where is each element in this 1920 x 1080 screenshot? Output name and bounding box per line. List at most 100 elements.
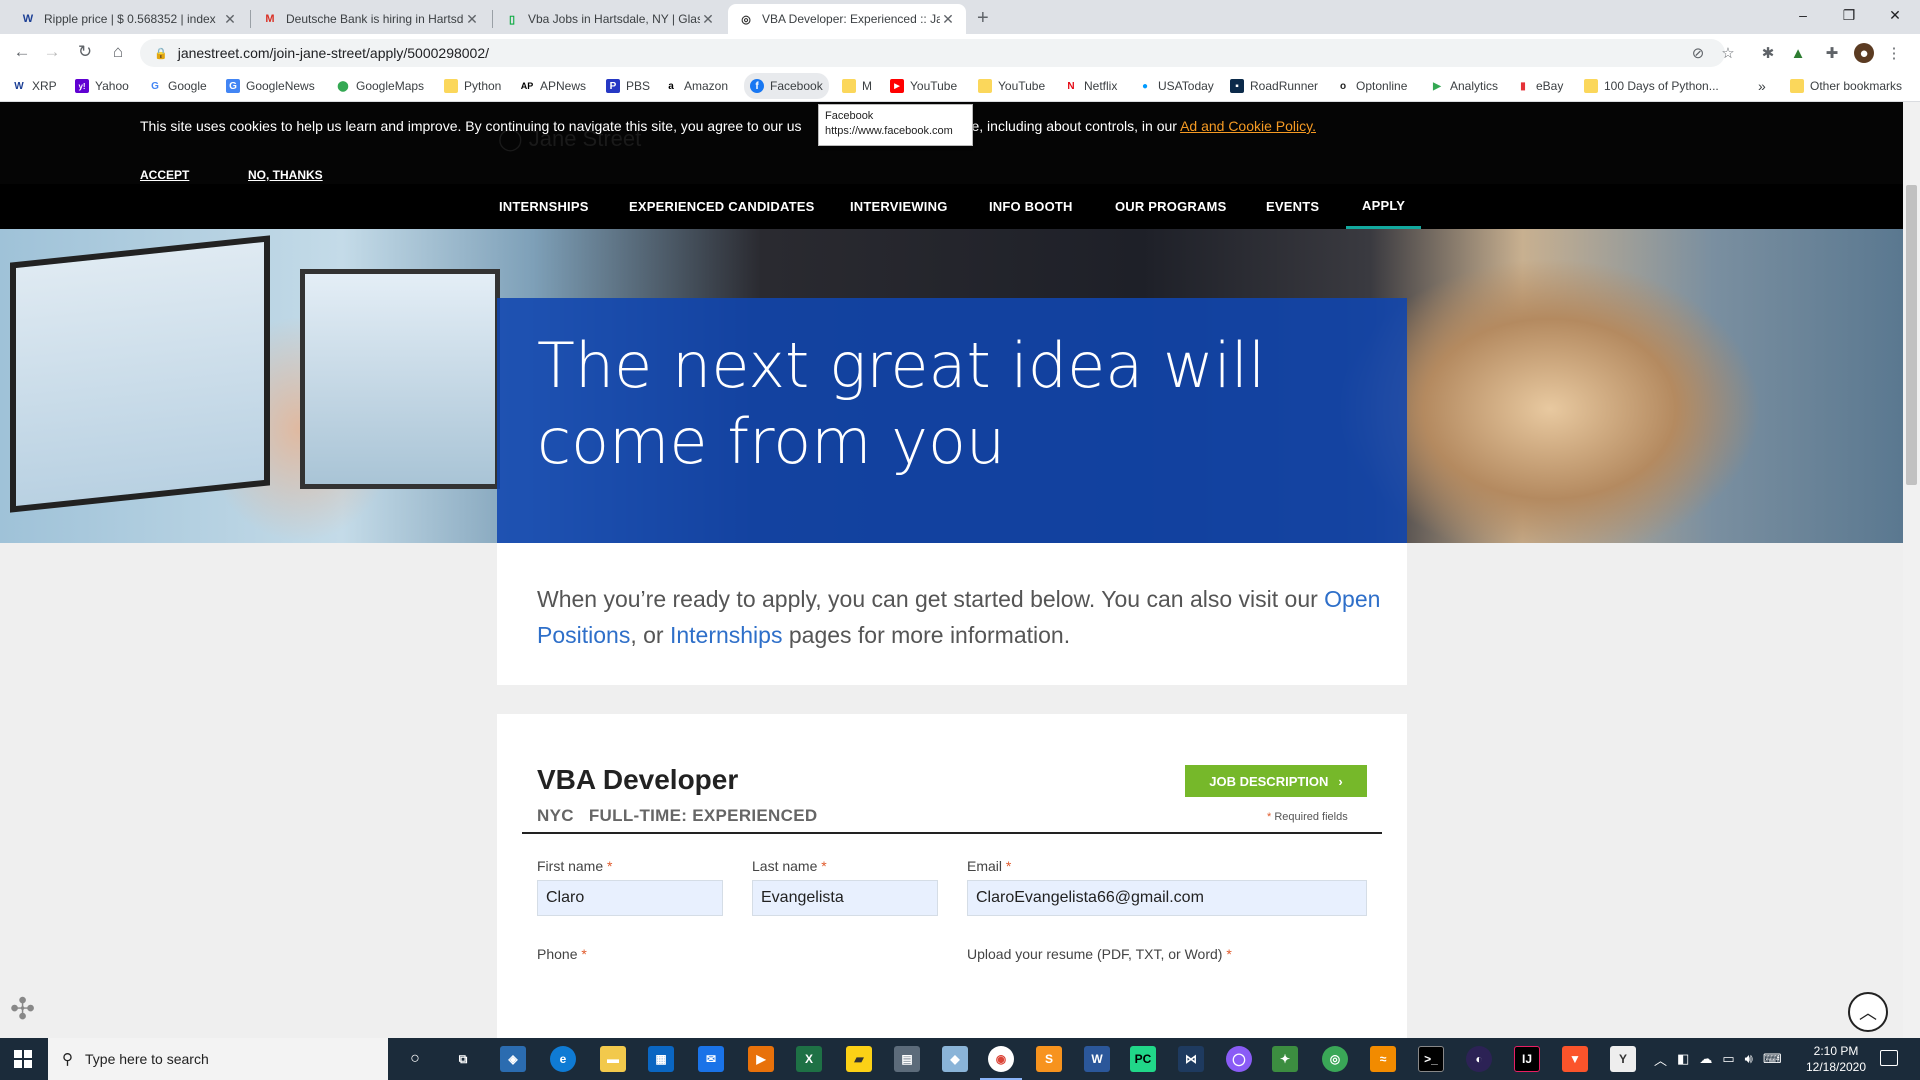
bookmark-youtube-folder[interactable]: YouTube bbox=[978, 77, 1045, 95]
extension-puzzle-icon[interactable]: ✣ bbox=[10, 992, 35, 1027]
volume-icon[interactable]: 🔊︎ bbox=[1745, 1051, 1753, 1067]
eclipse-icon[interactable]: ◐ bbox=[1466, 1046, 1492, 1072]
taskbar-search-box[interactable]: ⚲ Type here to search bbox=[48, 1038, 388, 1080]
mail-icon[interactable]: ✉ bbox=[698, 1046, 724, 1072]
bookmark-xrp[interactable]: W XRP bbox=[12, 77, 56, 95]
bookmark-youtube[interactable]: ▶ YouTube bbox=[890, 77, 957, 95]
keyboard-icon[interactable]: ⌨ bbox=[1763, 1051, 1782, 1067]
nav-experienced-candidates[interactable]: EXPERIENCED CANDIDATES bbox=[629, 184, 814, 229]
close-tab-icon[interactable]: ✕ bbox=[700, 11, 716, 28]
notification-center-icon[interactable] bbox=[1880, 1050, 1898, 1066]
scrollbar-thumb[interactable] bbox=[1906, 185, 1917, 485]
close-tab-icon[interactable]: ✕ bbox=[464, 11, 480, 28]
media-player-icon[interactable]: ▶ bbox=[748, 1046, 774, 1072]
onedrive-icon[interactable]: ☁ bbox=[1699, 1051, 1712, 1067]
cortana-icon[interactable]: ○ bbox=[402, 1046, 428, 1072]
bookmark-apnews[interactable]: AP APNews bbox=[520, 77, 586, 95]
bookmark-googlemaps[interactable]: ⬤ GoogleMaps bbox=[336, 77, 424, 95]
taskbar-clock[interactable]: 2:10 PM 12/18/2020 bbox=[1800, 1043, 1872, 1075]
app-icon[interactable]: ◆ bbox=[942, 1046, 968, 1072]
close-window-button[interactable]: ✕ bbox=[1872, 2, 1918, 28]
tray-expand-icon[interactable]: ︿ bbox=[1654, 1050, 1667, 1069]
bookmark-facebook[interactable]: f Facebook bbox=[744, 73, 829, 99]
browser-tab[interactable]: ▯ Vba Jobs in Hartsdale, NY | Glass ✕ bbox=[494, 4, 726, 34]
bookmark-pbs[interactable]: P PBS bbox=[606, 77, 650, 95]
bookmark-optonline[interactable]: o Optonline bbox=[1336, 77, 1407, 95]
file-explorer-icon[interactable]: ▬ bbox=[600, 1046, 626, 1072]
word-icon[interactable]: W bbox=[1084, 1046, 1110, 1072]
minimize-button[interactable]: – bbox=[1780, 2, 1826, 28]
pycharm-icon[interactable]: PC bbox=[1130, 1046, 1156, 1072]
bookmarks-overflow-button[interactable]: » bbox=[1758, 77, 1766, 95]
nav-apply[interactable]: APPLY bbox=[1346, 184, 1422, 229]
bookmark-google[interactable]: G Google bbox=[148, 77, 207, 95]
bookmark-yahoo[interactable]: y! Yahoo bbox=[75, 77, 129, 95]
bookmark-usatoday[interactable]: ● USAToday bbox=[1138, 77, 1214, 95]
accept-cookies-button[interactable]: ACCEPT bbox=[140, 168, 189, 182]
menu-kebab-icon[interactable]: ⋮ bbox=[1884, 43, 1904, 63]
email-input[interactable]: ClaroEvangelista66@gmail.com bbox=[967, 880, 1367, 916]
other-bookmarks[interactable]: Other bookmarks bbox=[1790, 77, 1902, 95]
app-icon[interactable]: ◎ bbox=[1322, 1046, 1348, 1072]
network-icon[interactable]: ▭ bbox=[1722, 1051, 1734, 1067]
scroll-to-top-button[interactable]: ︿ bbox=[1848, 992, 1888, 1032]
profile-avatar-icon[interactable]: ● bbox=[1854, 43, 1874, 63]
bookmark-roadrunner[interactable]: ▪ RoadRunner bbox=[1230, 77, 1318, 95]
home-icon[interactable]: ⌂ bbox=[106, 40, 130, 64]
extension-tree-icon[interactable]: ▲ bbox=[1788, 43, 1808, 63]
windows-start-icon[interactable] bbox=[14, 1050, 32, 1068]
app-icon[interactable]: ▤ bbox=[894, 1046, 920, 1072]
address-bar[interactable]: 🔒 janestreet.com/join-jane-street/apply/… bbox=[140, 39, 1725, 67]
bookmark-googlenews[interactable]: G GoogleNews bbox=[226, 77, 315, 95]
app-icon[interactable]: Y bbox=[1610, 1046, 1636, 1072]
decline-cookies-button[interactable]: NO, THANKS bbox=[248, 168, 323, 182]
tray-app-icon[interactable]: ◧ bbox=[1677, 1051, 1689, 1067]
intellij-icon[interactable]: IJ bbox=[1514, 1046, 1540, 1072]
task-view-icon[interactable]: ⧉ bbox=[450, 1046, 476, 1072]
app-icon[interactable]: ◈ bbox=[500, 1046, 526, 1072]
excel-icon[interactable]: X bbox=[796, 1046, 822, 1072]
browser-tab[interactable]: M Deutsche Bank is hiring in Hartsd ✕ bbox=[252, 4, 490, 34]
chrome-icon[interactable]: ◉ bbox=[980, 1046, 1022, 1080]
store-icon[interactable]: ▦ bbox=[648, 1046, 674, 1072]
new-tab-button[interactable]: + bbox=[977, 7, 989, 30]
bookmark-amazon[interactable]: a Amazon bbox=[664, 77, 728, 95]
nav-info-booth[interactable]: INFO BOOTH bbox=[989, 184, 1073, 229]
nav-our-programs[interactable]: OUR PROGRAMS bbox=[1115, 184, 1226, 229]
bookmark-netflix[interactable]: N Netflix bbox=[1064, 77, 1117, 95]
edge-icon[interactable]: e bbox=[550, 1046, 576, 1072]
cookie-policy-link[interactable]: Ad and Cookie Policy. bbox=[1180, 118, 1316, 134]
nav-interviewing[interactable]: INTERVIEWING bbox=[850, 184, 948, 229]
bookmark-analytics[interactable]: ▶ Analytics bbox=[1430, 77, 1498, 95]
bookmark-100-days-python-folder[interactable]: 100 Days of Python... bbox=[1584, 77, 1719, 95]
app-icon[interactable]: ≈ bbox=[1370, 1046, 1396, 1072]
bookmark-ebay[interactable]: ▮ eBay bbox=[1516, 77, 1563, 95]
bookmark-python-folder[interactable]: Python bbox=[444, 77, 501, 95]
nav-internships[interactable]: INTERNSHIPS bbox=[499, 184, 589, 229]
browser-tab[interactable]: W Ripple price | $ 0.568352 | index ✕ bbox=[10, 4, 248, 34]
sticky-notes-icon[interactable]: ▰ bbox=[846, 1046, 872, 1072]
extension-bug-icon[interactable]: ✱ bbox=[1758, 43, 1778, 63]
nav-events[interactable]: EVENTS bbox=[1266, 184, 1319, 229]
app-icon[interactable]: ⋈ bbox=[1178, 1046, 1204, 1072]
last-name-input[interactable]: Evangelista bbox=[752, 880, 938, 916]
browser-tab-active[interactable]: ◎ VBA Developer: Experienced :: Ja ✕ bbox=[728, 4, 966, 34]
internships-link[interactable]: Internships bbox=[670, 622, 783, 648]
close-tab-icon[interactable]: ✕ bbox=[222, 11, 238, 28]
bookmark-star-icon[interactable]: ☆ bbox=[1718, 43, 1738, 63]
terminal-icon[interactable]: >_ bbox=[1418, 1046, 1444, 1072]
reload-icon[interactable]: ↻ bbox=[73, 40, 97, 64]
forward-icon[interactable]: → bbox=[40, 40, 64, 64]
maximize-button[interactable]: ❐ bbox=[1826, 2, 1872, 28]
bookmark-m-folder[interactable]: M bbox=[842, 77, 872, 95]
back-icon[interactable]: ← bbox=[10, 40, 34, 64]
extensions-puzzle-icon[interactable]: ✚ bbox=[1822, 43, 1842, 63]
brave-icon[interactable]: ▼ bbox=[1562, 1046, 1588, 1072]
job-description-button[interactable]: JOB DESCRIPTION › bbox=[1185, 765, 1367, 797]
close-tab-icon[interactable]: ✕ bbox=[940, 11, 956, 28]
sublime-icon[interactable]: S bbox=[1036, 1046, 1062, 1072]
app-icon[interactable]: ◯ bbox=[1226, 1046, 1252, 1072]
first-name-input[interactable]: Claro bbox=[537, 880, 723, 916]
tracking-blocked-icon[interactable]: ⊘ bbox=[1688, 43, 1708, 63]
app-icon[interactable]: ✦ bbox=[1272, 1046, 1298, 1072]
